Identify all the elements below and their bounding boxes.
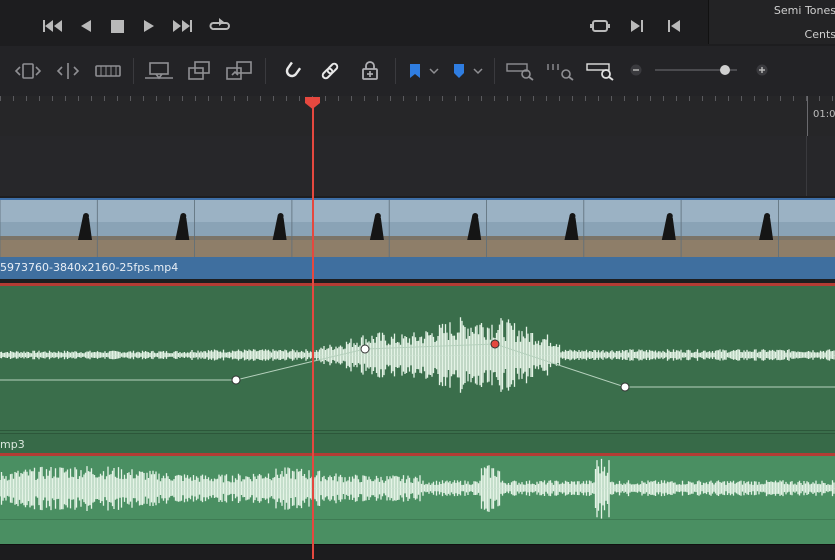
volume-keyframe [231, 375, 241, 385]
inspector-panel: Semi Tones Cents [708, 0, 835, 44]
empty-video-track[interactable] [0, 136, 835, 196]
trim-mode-icon[interactable] [13, 58, 43, 84]
audio-track-1[interactable]: mp3 [0, 283, 835, 456]
timeline-scrollbar[interactable] [0, 544, 835, 560]
step-back-icon[interactable] [78, 17, 94, 35]
zoom-detail-icon[interactable] [543, 58, 577, 84]
dynamic-trim-icon[interactable] [53, 58, 83, 84]
skip-back-icon[interactable] [42, 17, 64, 35]
ruler-ticks [0, 96, 833, 136]
video-thumbnail [194, 200, 292, 257]
video-thumbnail [291, 200, 390, 257]
timeline-ruler[interactable]: 01:0 [0, 96, 835, 137]
video-thumbnail [96, 200, 195, 257]
video-thumbnail [486, 200, 584, 257]
timeline-toolbar [0, 46, 835, 97]
flag-icon[interactable] [404, 58, 442, 84]
marker-icon[interactable] [448, 58, 486, 84]
zoom-in-icon[interactable] [754, 62, 770, 78]
toolbar-divider [133, 58, 134, 84]
match-frame-icon[interactable] [588, 17, 612, 35]
toolbar-divider [395, 58, 396, 84]
video-clip-name: 5973760-3840x2160-25fps.mp4 [0, 261, 179, 274]
toolbar-divider [494, 58, 495, 84]
video-track[interactable]: 5973760-3840x2160-25fps.mp4 [0, 198, 835, 281]
audio-waveform-2 [0, 458, 835, 520]
thumbnail-strip [0, 200, 835, 257]
playhead-line [312, 106, 314, 559]
video-clip-thumbnails[interactable] [0, 198, 835, 257]
loop-icon[interactable] [208, 16, 232, 36]
playhead-handle[interactable] [304, 96, 321, 110]
video-clip-bar[interactable]: 5973760-3840x2160-25fps.mp4 [0, 257, 835, 279]
audio-waveform-1 [0, 317, 835, 431]
blade-icon[interactable] [93, 58, 123, 84]
audio-clip-name: mp3 [0, 438, 25, 451]
snapping-icon[interactable] [278, 58, 306, 84]
prev-edit-icon[interactable] [665, 17, 683, 35]
play-icon[interactable] [140, 17, 158, 35]
audio-track-2[interactable] [0, 453, 835, 547]
video-thumbnail [778, 200, 835, 257]
zoom-custom-icon[interactable] [583, 58, 617, 84]
toolbar-divider [265, 58, 266, 84]
video-thumbnail [0, 200, 98, 257]
zoom-out-icon[interactable] [628, 62, 644, 78]
volume-keyframe [490, 339, 500, 349]
zoom-slider-thumb[interactable] [719, 65, 730, 75]
semitones-label: Semi Tones [773, 4, 835, 17]
volume-keyframe [620, 382, 630, 392]
linked-selection-icon[interactable] [316, 58, 344, 84]
next-edit-icon[interactable] [628, 17, 646, 35]
stop-icon[interactable] [108, 17, 126, 35]
skip-forward-icon[interactable] [170, 17, 194, 35]
zoom-slider[interactable] [655, 65, 737, 75]
replace-clip-icon[interactable] [222, 58, 256, 84]
position-lock-icon[interactable] [356, 58, 384, 84]
overwrite-clip-icon[interactable] [183, 58, 215, 84]
video-thumbnail [388, 200, 487, 257]
timeline-end-marker [806, 136, 807, 196]
playhead[interactable] [305, 96, 320, 559]
zoom-full-icon[interactable] [503, 58, 537, 84]
video-thumbnail [583, 200, 682, 257]
timecode-label: 01:0 [813, 109, 835, 120]
cents-label: Cents [804, 28, 835, 41]
volume-keyframe [360, 344, 370, 354]
insert-clip-icon[interactable] [143, 58, 175, 84]
video-thumbnail [680, 200, 779, 257]
